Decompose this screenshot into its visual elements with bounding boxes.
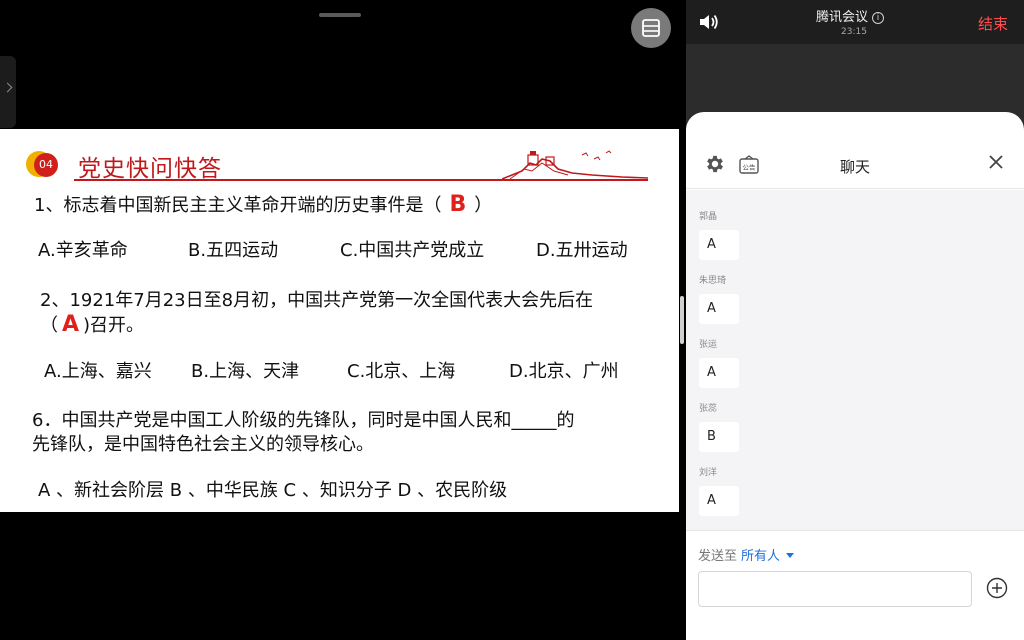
option-1d: D.五卅运动 <box>536 240 628 261</box>
message-sender: 郭晶 <box>699 212 718 222</box>
meeting-top-bar: 腾讯会议 i 23:15 结束 <box>686 0 1024 44</box>
caret-down-icon <box>786 553 795 558</box>
message-bubble: A <box>699 230 739 260</box>
end-meeting-button[interactable]: 结束 <box>978 13 1008 34</box>
panel-resize-handle[interactable] <box>680 296 684 344</box>
chat-message-list[interactable]: 郭晶 A 朱思琦 A 张运 A 张蕊 B 刘洋 A <box>686 190 1024 530</box>
expand-sidebar-tab[interactable] <box>0 56 16 128</box>
screen: 04 党史快问快答 1、标志着中国新民主主义革命开端的历史事件是（ B） A.辛亥… <box>0 0 1024 640</box>
section-badge: 04 <box>26 151 60 177</box>
send-to-selector[interactable]: 发送至 所有人 <box>698 545 795 564</box>
shared-slide: 04 党史快问快答 1、标志着中国新民主主义革命开端的历史事件是（ B） A.辛亥… <box>0 129 679 512</box>
message-sender: 张运 <box>699 340 718 350</box>
option-2b: B.上海、天津 <box>191 361 300 382</box>
chat-title: 聊天 <box>839 158 870 176</box>
recipient-label: 所有人 <box>741 549 781 564</box>
question-1: 1、标志着中国新民主主义革命开端的历史事件是（ B） <box>34 192 493 217</box>
meeting-time: 23:15 <box>841 27 867 37</box>
list-item: 刘洋 A <box>699 466 739 516</box>
message-sender: 刘洋 <box>699 468 718 478</box>
option-1b: B.五四运动 <box>188 240 279 261</box>
slide-header: 04 党史快问快答 <box>26 149 648 183</box>
answer-1: B <box>449 192 467 217</box>
list-item: 郭晶 A <box>699 210 739 260</box>
message-bubble: A <box>699 486 739 516</box>
meeting-side-panel: 腾讯会议 i 23:15 结束 公告 聊天 郭晶 A 朱思琦 A 张运 A 张蕊… <box>686 0 1024 640</box>
speaker-icon[interactable] <box>698 12 720 32</box>
section-number: 04 <box>34 153 58 177</box>
chat-header: 公告 聊天 <box>686 142 1024 189</box>
chat-input[interactable] <box>698 571 972 607</box>
drag-handle[interactable] <box>319 13 361 17</box>
question-3-line2: 先锋队，是中国特色社会主义的领导核心。 <box>32 434 374 455</box>
answer-2: A <box>62 312 80 337</box>
great-wall-icon <box>502 150 648 180</box>
meeting-title[interactable]: 腾讯会议 i <box>816 6 885 25</box>
chat-compose: 发送至 所有人 <box>686 530 1024 640</box>
slide-title: 党史快问快答 <box>78 156 222 182</box>
message-bubble: A <box>699 358 739 388</box>
option-1a: A.辛亥革命 <box>38 240 128 261</box>
chat-panel: 公告 聊天 郭晶 A 朱思琦 A 张运 A 张蕊 B 刘洋 A 发送至 所有人 <box>686 112 1024 640</box>
question-2-line2: （A)召开。 <box>40 312 145 337</box>
message-sender: 朱思琦 <box>699 276 727 286</box>
message-sender: 张蕊 <box>699 404 718 414</box>
option-2d: D.北京、广州 <box>509 361 619 382</box>
info-icon: i <box>872 12 885 24</box>
close-icon[interactable] <box>988 154 1004 170</box>
option-2a: A.上海、嘉兴 <box>44 361 152 382</box>
option-1c: C.中国共产党成立 <box>340 240 485 261</box>
list-item: 张运 A <box>699 338 739 388</box>
add-attachment-icon[interactable] <box>986 577 1008 599</box>
list-item: 朱思琦 A <box>699 274 739 324</box>
layout-icon <box>642 19 660 37</box>
layout-toggle-button[interactable] <box>631 8 671 48</box>
question-3-line1: 6．中国共产党是中国工人阶级的先锋队，同时是中国人民和_____的 <box>32 410 575 431</box>
chevron-right-icon <box>2 82 13 93</box>
question-2-line1: 2、1921年7月23日至8月初，中国共产党第一次全国代表大会先后在 <box>40 290 594 311</box>
message-bubble: A <box>699 294 739 324</box>
question-3-options: A 、新社会阶层 B 、中华民族 C 、知识分子 D 、农民阶级 <box>38 480 508 501</box>
message-bubble: B <box>699 422 739 452</box>
option-2c: C.北京、上海 <box>347 361 456 382</box>
list-item: 张蕊 B <box>699 402 739 452</box>
